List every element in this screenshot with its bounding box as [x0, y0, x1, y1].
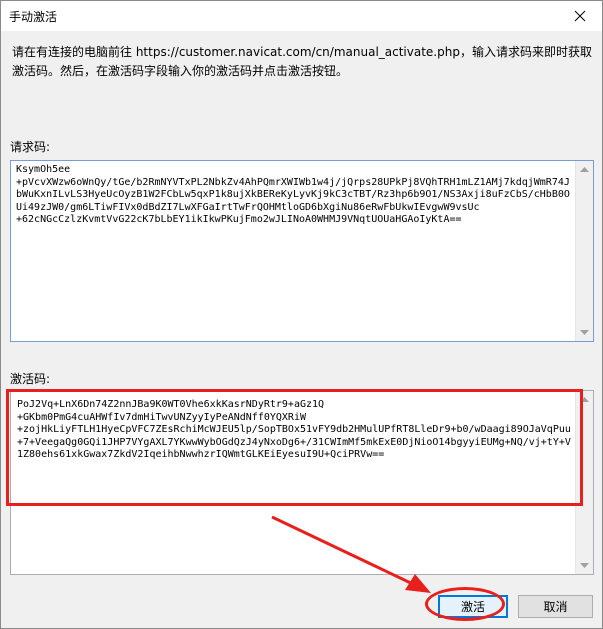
request-code-label: 请求码: [10, 140, 51, 154]
request-code-text: KsymOh5ee +pVcvXWzw6oWnQy/tGe/b2RmNYVTxP… [16, 164, 570, 225]
title-bar: 手动激活 [1, 1, 602, 31]
activate-button-circle-annotation [425, 587, 505, 621]
close-icon [574, 10, 586, 22]
scroll-up-arrow-icon[interactable] [576, 161, 593, 178]
manual-activation-dialog: 手动激活 请在有连接的电脑前往 https://customer.navicat… [0, 0, 603, 629]
close-button[interactable] [558, 1, 602, 31]
dialog-content: 请在有连接的电脑前往 https://customer.navicat.com/… [1, 32, 602, 628]
scroll-down-arrow-icon[interactable] [576, 557, 593, 574]
instruction-text: 请在有连接的电脑前往 https://customer.navicat.com/… [12, 45, 592, 78]
activation-code-highlight-annotation [6, 389, 583, 506]
request-code-scrollbar[interactable] [575, 161, 593, 341]
request-code-textarea[interactable]: KsymOh5ee +pVcvXWzw6oWnQy/tGe/b2RmNYVTxP… [10, 160, 594, 342]
scroll-down-arrow-icon[interactable] [576, 324, 593, 341]
cancel-button[interactable]: 取消 [518, 595, 593, 618]
activation-code-label: 激活码: [10, 372, 51, 386]
window-title: 手动激活 [9, 10, 58, 24]
